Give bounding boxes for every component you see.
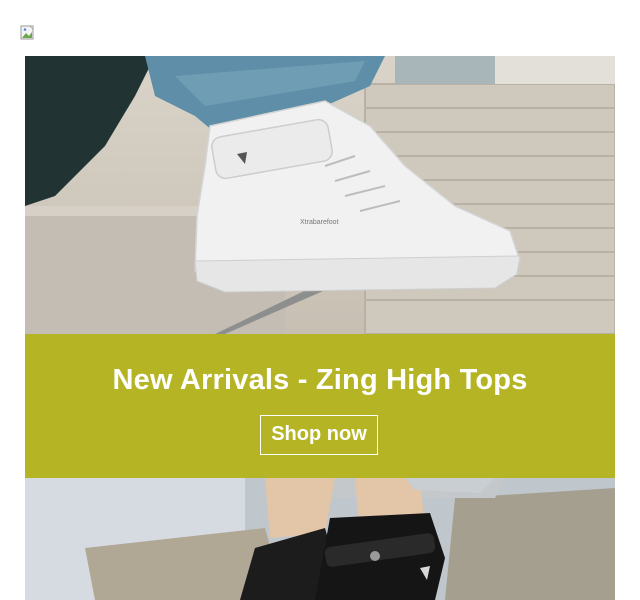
banner-title: New Arrivals - Zing High Tops bbox=[112, 364, 528, 396]
hero-image-white-sneaker[interactable]: Xtrabarefoot bbox=[25, 56, 615, 334]
hero-image-black-sneakers[interactable] bbox=[25, 478, 615, 600]
promo-banner: New Arrivals - Zing High Tops Shop now bbox=[25, 334, 615, 478]
broken-image-icon bbox=[20, 25, 34, 40]
email-banner: Xtrabarefoot New Arrivals - Zing High To… bbox=[25, 56, 615, 600]
shop-now-button[interactable]: Shop now bbox=[260, 415, 378, 455]
sneaker-brand-text: Xtrabarefoot bbox=[300, 219, 339, 226]
